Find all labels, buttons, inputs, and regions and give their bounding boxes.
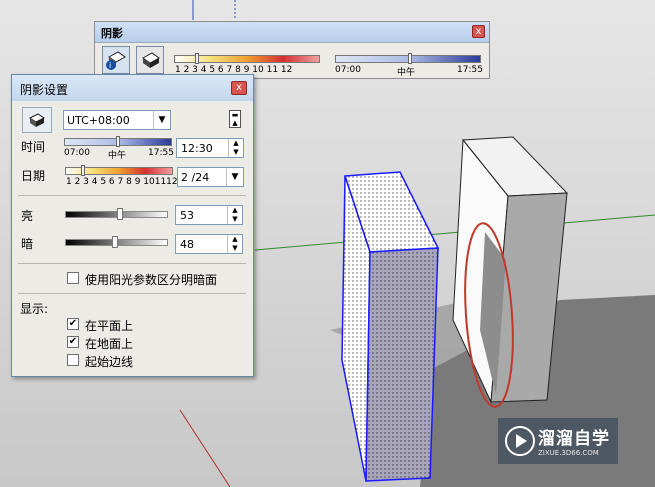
date-slider-thumb[interactable] bbox=[81, 165, 85, 176]
on-faces-label: 在平面上 bbox=[85, 319, 134, 333]
time-start: 07:00 bbox=[64, 148, 90, 158]
on-faces-checkbox[interactable]: ✔ bbox=[67, 318, 79, 330]
dark-input[interactable]: 48 ▲ ▼ bbox=[175, 234, 243, 254]
from-edges-label: 起始边线 bbox=[85, 355, 134, 369]
toolbar-close-button[interactable]: x bbox=[472, 25, 485, 38]
svg-text:i: i bbox=[109, 61, 111, 70]
use-sun-label: 使用阳光参数区分明暗面 bbox=[85, 273, 218, 287]
light-slider-thumb[interactable] bbox=[117, 208, 123, 220]
date-value: 2 /24 bbox=[181, 171, 210, 184]
use-sun-checkbox[interactable] bbox=[67, 272, 79, 284]
play-logo-icon bbox=[505, 426, 535, 456]
toolbar-time-mid: 中午 bbox=[397, 68, 416, 78]
time-input[interactable]: 12:30 ▲ ▼ bbox=[176, 138, 244, 158]
timezone-select[interactable]: UTC+08:00 ▼ bbox=[63, 110, 171, 130]
dialog-title: 阴影设置 bbox=[20, 83, 69, 97]
watermark-url: ZIXUE.3D66.COM bbox=[538, 449, 599, 457]
divider bbox=[18, 263, 246, 264]
light-input[interactable]: 53 ▲ ▼ bbox=[175, 205, 243, 225]
spin-updown-icon[interactable]: ▲ ▼ bbox=[227, 235, 242, 253]
shadow-settings-icon: i bbox=[106, 51, 126, 70]
date-select[interactable]: 2 /24 ▼ bbox=[177, 167, 244, 187]
shadow-settings-button[interactable]: i bbox=[102, 46, 130, 74]
shadow-toolbar: 阴影 x i 1 2 3 4 5 6 7 8 9 10 11 12 07:00 … bbox=[94, 21, 490, 79]
time-end: 17:55 bbox=[148, 148, 174, 158]
toolbar-title: 阴影 bbox=[101, 27, 123, 40]
dialog-titlebar[interactable]: 阴影设置 x bbox=[12, 75, 253, 101]
toggle-shadows-button[interactable] bbox=[136, 46, 164, 74]
spin-updown-icon[interactable]: ▲ ▼ bbox=[228, 139, 243, 157]
time-value: 12:30 bbox=[181, 142, 213, 155]
watermark: 溜溜自学 ZIXUE.3D66.COM bbox=[498, 418, 618, 464]
shadow-toggle-icon bbox=[142, 52, 160, 68]
dark-value: 48 bbox=[180, 238, 194, 251]
toolbar-time-start: 07:00 bbox=[335, 65, 361, 75]
toolbar-date-thumb[interactable] bbox=[195, 53, 199, 64]
from-edges-checkbox[interactable] bbox=[67, 354, 79, 366]
display-label: 显示: bbox=[20, 302, 49, 316]
light-value: 53 bbox=[180, 209, 194, 222]
chevron-down-icon: ▼ bbox=[153, 111, 170, 129]
on-ground-label: 在地面上 bbox=[85, 337, 134, 351]
divider bbox=[18, 293, 246, 294]
watermark-name: 溜溜自学 bbox=[538, 429, 610, 449]
time-mid: 中午 bbox=[108, 151, 127, 161]
date-month-ticks: 1 2 3 4 5 6 7 8 9 101112 bbox=[66, 177, 178, 187]
shadow-box-icon bbox=[29, 113, 45, 127]
dotted-box-side bbox=[365, 247, 439, 482]
toolbar-time-end: 17:55 bbox=[457, 65, 483, 75]
collapse-panel-button[interactable]: ▬ ▲ bbox=[229, 110, 241, 128]
dialog-close-button[interactable]: x bbox=[231, 81, 247, 95]
toolbar-time-thumb[interactable] bbox=[408, 53, 412, 64]
dark-slider-thumb[interactable] bbox=[112, 236, 118, 248]
time-slider-thumb[interactable] bbox=[116, 136, 120, 147]
date-label: 日期 bbox=[21, 169, 46, 183]
shadow-toggle-button[interactable] bbox=[22, 107, 52, 133]
spin-updown-icon[interactable]: ▲ ▼ bbox=[227, 206, 242, 224]
on-ground-checkbox[interactable]: ✔ bbox=[67, 336, 79, 348]
shadow-settings-dialog: 阴影设置 x UTC+08:00 ▼ ▬ ▲ 时间 07:00 中午 17:55 … bbox=[11, 74, 254, 377]
light-label: 亮 bbox=[21, 209, 34, 223]
toolbar-titlebar[interactable]: 阴影 x bbox=[95, 22, 489, 43]
dark-label: 暗 bbox=[21, 237, 34, 251]
chevron-down-icon: ▼ bbox=[226, 168, 243, 186]
time-label: 时间 bbox=[21, 140, 46, 154]
timezone-value: UTC+08:00 bbox=[67, 114, 130, 127]
divider bbox=[18, 195, 246, 196]
